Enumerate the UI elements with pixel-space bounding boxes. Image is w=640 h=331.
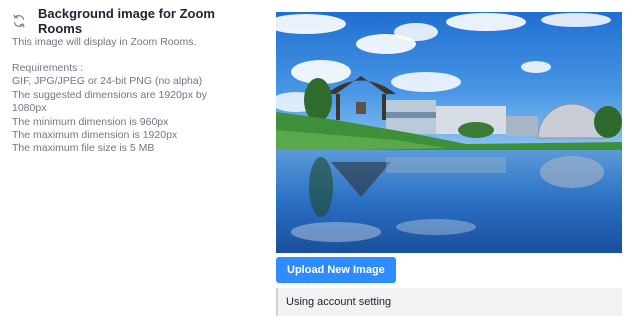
requirements-line: GIF, JPG/JPEG or 24-bit PNG (no alpha)	[12, 75, 203, 88]
requirements-line: 1080px	[12, 102, 47, 115]
requirements-line: Requirements :	[12, 62, 84, 74]
image-panel: Upload New Image Using account setting	[276, 12, 622, 316]
setting-status-text: Using account setting	[286, 296, 392, 308]
setting-info-panel: Background image for Zoom Rooms This ima…	[12, 6, 262, 156]
section-description: This image will display in Zoom Rooms.	[12, 36, 197, 48]
background-preview-image	[276, 12, 622, 253]
requirements-list: Requirements : GIF, JPG/JPEG or 24-bit P…	[12, 62, 262, 156]
requirements-line: The minimum dimension is 960px	[12, 115, 169, 128]
requirements-line: The suggested dimensions are 1920px by	[12, 88, 207, 101]
requirements-line: The maximum file size is 5 MB	[12, 142, 155, 155]
sync-icon[interactable]	[12, 14, 26, 28]
upload-new-image-button[interactable]: Upload New Image	[276, 257, 396, 283]
title-row: Background image for Zoom Rooms	[12, 6, 262, 36]
section-title: Background image for Zoom Rooms	[38, 6, 215, 36]
zoom-rooms-background-setting: Background image for Zoom Rooms This ima…	[0, 0, 640, 331]
requirements-line: The maximum dimension is 1920px	[12, 129, 178, 142]
account-setting-status: Using account setting	[276, 288, 622, 316]
